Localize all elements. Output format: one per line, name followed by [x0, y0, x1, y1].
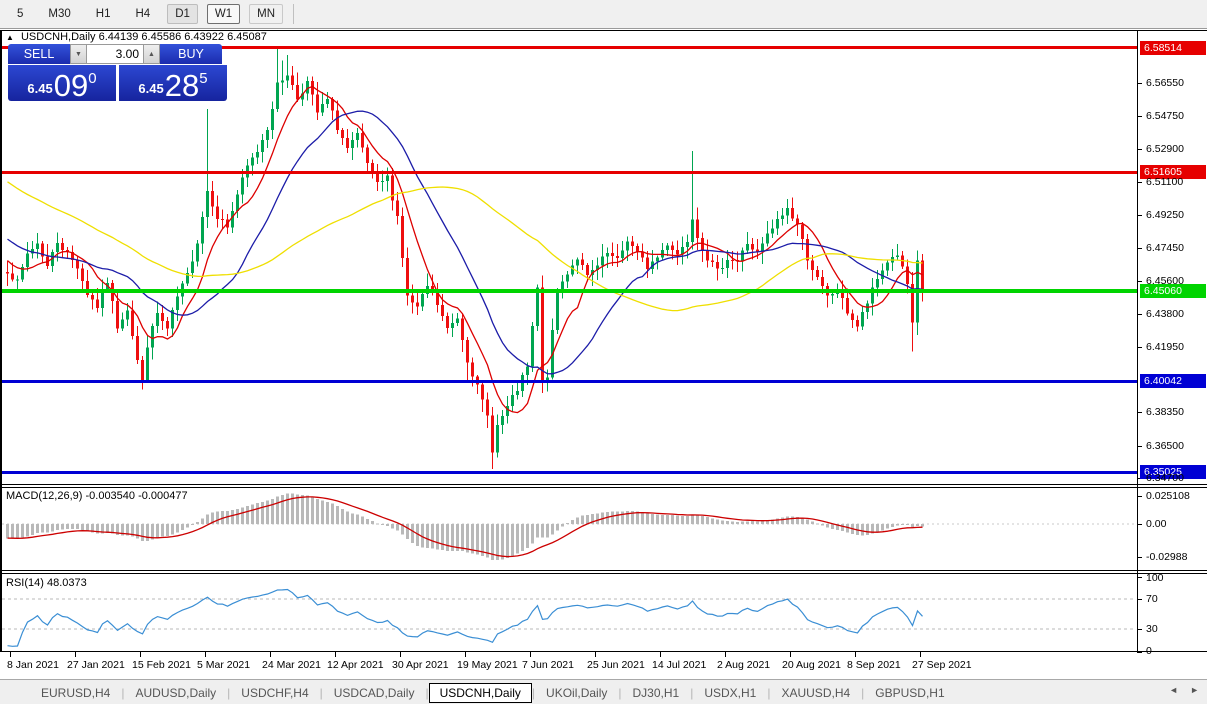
date-tick-label: 15 Feb 2021 [132, 659, 191, 671]
rsi-label: RSI(14) 48.0373 [6, 577, 87, 589]
buy-price-big: 28 [165, 73, 199, 99]
volume-decrease-button[interactable]: ▼ [70, 44, 87, 64]
volume-increase-button[interactable]: ▲ [143, 44, 160, 64]
date-tick-label: 25 Jun 2021 [587, 659, 645, 671]
date-tick-label: 24 Mar 2021 [262, 659, 321, 671]
buy-price-display[interactable]: 6.45 28 5 [119, 65, 227, 101]
sell-price-prefix: 6.45 [27, 81, 52, 96]
rsi-tick-label: 100 [1146, 572, 1164, 584]
date-tick-label: 7 Jun 2021 [522, 659, 574, 671]
chart-ohlc-readout: 6.44139 6.45586 6.43922 6.45087 [99, 31, 267, 43]
collapse-arrow-icon[interactable]: ▲ [6, 33, 14, 42]
sell-price-sup: 0 [88, 70, 96, 87]
price-chart-canvas[interactable] [0, 0, 1207, 704]
price-tick-label: 6.52900 [1146, 143, 1184, 155]
date-tick-label: 14 Jul 2021 [652, 659, 706, 671]
candlesticks [6, 48, 924, 469]
date-tick-label: 2 Aug 2021 [717, 659, 770, 671]
price-tick-label: 6.34700 [1146, 472, 1184, 484]
tab-ukoil-daily[interactable]: UKOil,Daily [535, 683, 618, 703]
buy-button[interactable]: BUY [160, 44, 222, 64]
sell-price-big: 09 [54, 73, 88, 99]
macd-tick-label: 0.025108 [1146, 490, 1190, 502]
tab-dj30-h1[interactable]: DJ30,H1 [622, 683, 691, 703]
tab-gbpusd-h1[interactable]: GBPUSD,H1 [864, 683, 955, 703]
date-tick-marks [10, 652, 921, 657]
terminal-window: 5M30H1H4D1W1MN ▲ USDCNH,Daily 6.44139 6.… [0, 0, 1207, 704]
one-click-trading-widget: SELL ▼ ▲ BUY 6.45 09 0 6.45 28 5 [8, 44, 227, 101]
price-tick-label: 6.45600 [1146, 275, 1184, 287]
chart-tab-bar: EURUSD,H4|AUDUSD,Daily|USDCHF,H4|USDCAD,… [0, 679, 1207, 704]
triangle-down-icon: ▼ [75, 51, 82, 58]
rsi-level-lines [2, 599, 1136, 629]
rsi-tick-label: 30 [1146, 623, 1158, 635]
macd-tick-label: 0.00 [1146, 518, 1166, 530]
tab-usdcnh-daily[interactable]: USDCNH,Daily [429, 683, 532, 703]
macd-signal-line [8, 497, 923, 557]
rsi-tick-label: 0 [1146, 645, 1152, 657]
date-tick-label: 27 Sep 2021 [912, 659, 972, 671]
rsi-line [8, 590, 923, 647]
moving-average-lines [8, 87, 923, 413]
price-tick-label: 6.49250 [1146, 209, 1184, 221]
tab-usdcad-daily[interactable]: USDCAD,Daily [323, 683, 426, 703]
volume-input[interactable] [87, 44, 143, 64]
chart-symbol-label: USDCNH,Daily [21, 31, 96, 43]
price-tick-label: 6.43800 [1146, 308, 1184, 320]
tab-scroll-right-icon[interactable]: ► [1190, 685, 1199, 695]
price-tick-label: 6.41950 [1146, 341, 1184, 353]
macd-label: MACD(12,26,9) -0.003540 -0.000477 [6, 490, 188, 502]
tab-scroll-arrows: ◄ ► [1169, 685, 1199, 695]
date-tick-label: 27 Jan 2021 [67, 659, 125, 671]
date-tick-label: 20 Aug 2021 [782, 659, 841, 671]
tab-scroll-left-icon[interactable]: ◄ [1169, 685, 1178, 695]
horizontal-level-lines [2, 46, 1137, 474]
macd-tick-label: -0.02988 [1146, 551, 1187, 563]
rsi-tick-label: 70 [1146, 593, 1158, 605]
price-tick-label: 6.54750 [1146, 110, 1184, 122]
price-tick-label: 6.51100 [1146, 176, 1183, 188]
date-tick-label: 19 May 2021 [457, 659, 518, 671]
date-tick-label: 8 Jan 2021 [7, 659, 59, 671]
price-tick-label: 6.36500 [1146, 440, 1184, 452]
price-tick-label: 6.47450 [1146, 242, 1184, 254]
price-level-badge: 6.58514 [1140, 41, 1206, 55]
buy-price-prefix: 6.45 [138, 81, 163, 96]
date-tick-label: 8 Sep 2021 [847, 659, 901, 671]
tab-usdx-h1[interactable]: USDX,H1 [693, 683, 767, 703]
tab-usdchf-h4[interactable]: USDCHF,H4 [230, 683, 319, 703]
date-tick-label: 12 Apr 2021 [327, 659, 384, 671]
price-level-badge: 6.40042 [1140, 374, 1206, 388]
sell-button[interactable]: SELL [8, 44, 70, 64]
tab-xauusd-h4[interactable]: XAUUSD,H4 [770, 683, 861, 703]
sell-price-display[interactable]: 6.45 09 0 [8, 65, 116, 101]
buy-price-sup: 5 [199, 70, 207, 87]
macd-histogram [6, 493, 924, 560]
chart-title: ▲ USDCNH,Daily 6.44139 6.45586 6.43922 6… [6, 31, 267, 43]
price-tick-label: 6.56550 [1146, 77, 1184, 89]
triangle-up-icon: ▲ [148, 51, 155, 58]
date-tick-label: 30 Apr 2021 [392, 659, 449, 671]
panel-borders [0, 30, 1207, 652]
date-tick-label: 5 Mar 2021 [197, 659, 250, 671]
tab-audusd-daily[interactable]: AUDUSD,Daily [124, 683, 227, 703]
tab-eurusd-h4[interactable]: EURUSD,H4 [30, 683, 121, 703]
price-tick-label: 6.38350 [1146, 406, 1184, 418]
